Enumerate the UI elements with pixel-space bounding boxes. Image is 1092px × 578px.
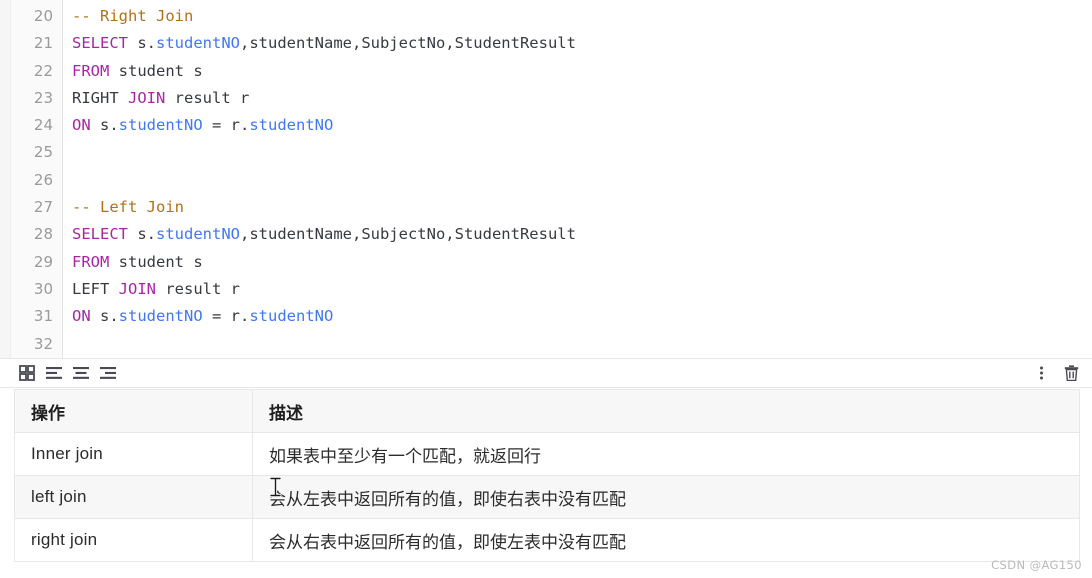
code-token-plain: = r.: [202, 116, 250, 135]
code-token-plain: RIGHT: [72, 88, 128, 107]
code-line[interactable]: 22 FROM student s: [0, 58, 1092, 85]
cell-description[interactable]: 会从右表中返回所有的值，即使左表中没有匹配: [252, 518, 1080, 562]
code-token-plain: student s: [109, 61, 203, 80]
code-line[interactable]: 32: [0, 331, 1092, 358]
code-token-plain: result r: [165, 88, 250, 107]
toolbar-left-group: [0, 364, 117, 382]
line-number: 28: [33, 225, 53, 244]
code-token-col: studentNO: [156, 34, 240, 53]
column-header-description[interactable]: 描述: [252, 389, 1080, 433]
code-line[interactable]: 25: [0, 139, 1092, 166]
code-token-col: studentNO: [249, 116, 334, 135]
code-line[interactable]: 24 ON s.studentNO = r.studentNO: [0, 112, 1092, 139]
code-token-plain: ,studentName,SubjectNo,StudentResult: [240, 34, 576, 53]
code-token-kw: ON: [72, 116, 91, 135]
table-body: Inner join 如果表中至少有一个匹配，就返回行 left join 会从左表中…: [14, 432, 1080, 562]
code-token-plain: ,studentName,SubjectNo,StudentResult: [240, 225, 576, 244]
align-right-icon[interactable]: [99, 364, 117, 382]
code-line-container: 20 -- Right Join 21 SELECT s.studentNO,stud…: [0, 0, 1092, 358]
code-line[interactable]: 29 FROM student s: [0, 249, 1092, 276]
line-number: 20: [33, 7, 53, 25]
code-token-col: studentNO: [118, 307, 203, 326]
column-header-operation[interactable]: 操作: [14, 389, 253, 433]
line-number: 21: [33, 34, 53, 53]
code-token-plain: = r.: [202, 307, 250, 326]
delete-trash-icon[interactable]: [1062, 364, 1080, 382]
cell-operation[interactable]: left join: [14, 475, 253, 519]
code-line-text: ON s.studentNO = r.studentNO: [62, 303, 333, 330]
line-number: 25: [33, 143, 53, 162]
code-line[interactable]: 20 -- Right Join: [0, 3, 1092, 30]
line-number: 29: [33, 252, 53, 271]
code-token-plain: s.: [128, 34, 156, 53]
code-token-kw: SELECT: [72, 225, 128, 244]
table-grid-icon[interactable]: [18, 364, 36, 382]
code-token-plain: s.: [128, 225, 156, 244]
code-line-text: SELECT s.studentNO,studentName,SubjectNo…: [62, 221, 576, 248]
code-line[interactable]: 26: [0, 167, 1092, 194]
code-line-text: FROM student s: [62, 249, 203, 276]
line-number: 26: [33, 170, 53, 189]
cell-description[interactable]: 会从左表中返回所有的值，即使右表中没有匹配: [252, 475, 1080, 519]
sql-code-editor[interactable]: 20 -- Right Join 21 SELECT s.studentNO,stud…: [0, 0, 1092, 358]
code-token-comment: -- Left Join: [72, 198, 184, 217]
code-token-col: studentNO: [249, 307, 334, 326]
code-token-kw: SELECT: [72, 34, 128, 53]
cell-description[interactable]: 如果表中至少有一个匹配，就返回行: [252, 432, 1080, 476]
line-number: 24: [33, 116, 53, 135]
toolbar-right-group: [1032, 364, 1092, 382]
code-token-kw: FROM: [72, 252, 110, 271]
line-number: 30: [33, 279, 53, 298]
cell-operation[interactable]: right join: [14, 518, 253, 562]
more-options-icon[interactable]: [1032, 364, 1050, 382]
join-types-table: 操作 描述 Inner join 如果表中至少有一个匹配，就返回行 left joi…: [14, 389, 1080, 562]
code-line[interactable]: 31 ON s.studentNO = r.studentNO: [0, 303, 1092, 330]
code-line-text: SELECT s.studentNO,studentName,SubjectNo…: [62, 30, 576, 57]
code-line[interactable]: 30 LEFT JOIN result r: [0, 276, 1092, 303]
line-number: 32: [33, 334, 53, 353]
code-line[interactable]: 21 SELECT s.studentNO,studentName,Subject…: [0, 30, 1092, 57]
line-number: 27: [33, 198, 53, 217]
code-line-text: RIGHT JOIN result r: [62, 85, 249, 112]
code-line-text: FROM student s: [62, 58, 203, 85]
line-number: 31: [33, 307, 53, 326]
table-row: Inner join 如果表中至少有一个匹配，就返回行: [14, 432, 1080, 476]
csdn-watermark: CSDN @AG150: [991, 558, 1082, 572]
code-line[interactable]: 27 -- Left Join: [0, 194, 1092, 221]
table-row: right join 会从右表中返回所有的值，即使左表中没有匹配: [14, 518, 1080, 562]
code-token-plain: s.: [90, 116, 119, 135]
code-token-kw: JOIN: [128, 88, 166, 107]
align-left-icon[interactable]: [45, 364, 63, 382]
code-line-text: -- Left Join: [62, 194, 184, 221]
code-line-text: -- Right Join: [62, 3, 193, 30]
table-row: left join 会从左表中返回所有的值，即使右表中没有匹配: [14, 475, 1080, 519]
code-token-plain: result r: [156, 279, 240, 298]
align-center-icon[interactable]: [72, 364, 90, 382]
code-token-plain: LEFT: [72, 279, 119, 298]
code-line[interactable]: 23 RIGHT JOIN result r: [0, 85, 1092, 112]
code-token-kw: FROM: [72, 61, 110, 80]
code-token-kw: ON: [72, 307, 91, 326]
code-line[interactable]: 28 SELECT s.studentNO,studentName,Subject…: [0, 221, 1092, 248]
code-token-col: studentNO: [156, 225, 240, 244]
line-number: 23: [33, 88, 53, 107]
code-token-plain: s.: [90, 307, 119, 326]
line-number: 22: [33, 61, 53, 80]
table-toolbar: [0, 358, 1092, 388]
code-line-text: LEFT JOIN result r: [62, 276, 240, 303]
table-header-row: 操作 描述: [14, 389, 1080, 433]
code-line-text: ON s.studentNO = r.studentNO: [62, 112, 333, 139]
code-token-plain: student s: [109, 252, 203, 271]
code-token-col: studentNO: [118, 116, 203, 135]
cell-operation[interactable]: Inner join: [14, 432, 253, 476]
code-token-kw: JOIN: [118, 279, 156, 298]
code-token-comment: -- Right Join: [72, 7, 194, 25]
